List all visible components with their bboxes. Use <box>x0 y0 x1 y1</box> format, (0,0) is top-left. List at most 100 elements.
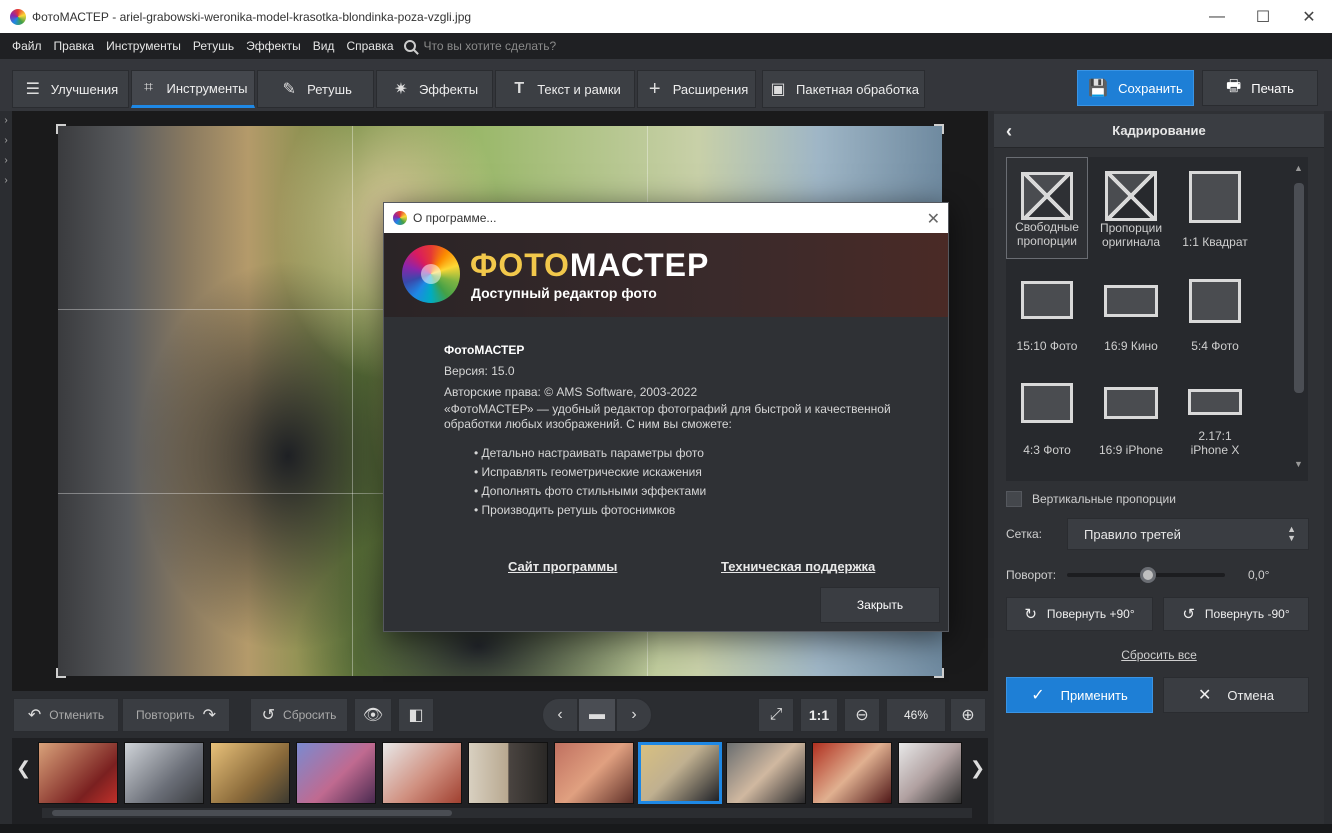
dialog-close-button[interactable]: Закрыть <box>820 587 940 623</box>
preset-label: 15:10 Фото <box>1016 339 1078 353</box>
chevron-right-icon[interactable]: › <box>0 131 12 151</box>
crop-grid-line <box>352 126 353 676</box>
preset-original[interactable]: Пропорции оригинала <box>1090 157 1172 259</box>
actual-size-button[interactable]: 1:1 <box>800 698 838 732</box>
brush-icon: ✎ <box>282 81 296 98</box>
menu-help[interactable]: Справка <box>340 39 399 53</box>
preset-4-3[interactable]: 4:3 Фото <box>1006 365 1088 467</box>
fit-screen-button[interactable]: ⤢ <box>758 698 794 732</box>
main-toolbar: ☰ Улучшения ⌗ Инструменты ✎ Ретушь ✷ Эфф… <box>0 59 1332 111</box>
next-photo-button[interactable]: › <box>616 698 652 732</box>
undo-icon: ↶ <box>27 707 42 724</box>
menu-effects[interactable]: Эффекты <box>240 39 307 53</box>
chevron-right-icon[interactable]: › <box>0 151 12 171</box>
presets-scrollbar[interactable]: ▲ ▼ <box>1290 157 1308 481</box>
zoom-in-button[interactable]: ⊕ <box>950 698 986 732</box>
print-label: Печать <box>1251 80 1294 96</box>
thumbnail[interactable] <box>382 742 462 804</box>
redo-button[interactable]: Повторить ↷ <box>122 698 230 732</box>
menu-file[interactable]: Файл <box>6 39 48 53</box>
search-input[interactable] <box>423 39 624 53</box>
ratio-15-10-icon <box>1021 281 1073 319</box>
filmstrip-scrollbar[interactable] <box>42 808 972 818</box>
preset-label: 16:9 iPhone <box>1098 443 1164 457</box>
crop-handle[interactable] <box>934 124 944 134</box>
close-window-button[interactable]: ✕ <box>1286 0 1332 33</box>
scroll-up-icon[interactable]: ▲ <box>1294 163 1303 173</box>
menu-edit[interactable]: Правка <box>48 39 101 53</box>
back-arrow-icon[interactable]: ‹ <box>1006 121 1012 142</box>
thumbnail-selected[interactable] <box>638 742 722 804</box>
tab-enhance[interactable]: ☰ Улучшения <box>12 70 129 108</box>
thumbnail[interactable] <box>554 742 634 804</box>
tab-text-frames[interactable]: T Текст и рамки <box>495 70 635 108</box>
apply-button[interactable]: ✓ Применить <box>1006 677 1153 713</box>
preset-15-10[interactable]: 15:10 Фото <box>1006 261 1088 363</box>
scrollbar-thumb[interactable] <box>52 810 452 816</box>
window-controls: — ☐ ✕ <box>1194 0 1332 33</box>
apply-label: Применить <box>1060 687 1128 703</box>
minimize-button[interactable]: — <box>1194 0 1240 33</box>
grid-select[interactable]: Правило третей ▲ ▼ <box>1067 518 1309 550</box>
compare-button[interactable]: ◧ <box>398 698 434 732</box>
checkbox-box[interactable] <box>1006 491 1022 507</box>
thumbnail[interactable] <box>124 742 204 804</box>
preset-5-4[interactable]: 5:4 Фото <box>1174 261 1256 363</box>
preset-square[interactable]: 1:1 Квадрат <box>1174 157 1256 259</box>
floppy-icon: 💾 <box>1088 80 1109 97</box>
zoom-out-button[interactable]: ⊖ <box>844 698 880 732</box>
thumbnail[interactable] <box>468 742 548 804</box>
thumbnail[interactable] <box>38 742 118 804</box>
crop-handle[interactable] <box>56 668 66 678</box>
ratio-16-9-iphone-icon <box>1104 387 1158 419</box>
save-button[interactable]: 💾 Сохранить <box>1077 70 1194 106</box>
bottom-edge <box>0 824 1332 833</box>
thumbnail[interactable] <box>812 742 892 804</box>
preset-16-9-iphone[interactable]: 16:9 iPhone <box>1090 365 1172 467</box>
tab-batch[interactable]: ▣ Пакетная обработка <box>762 70 925 108</box>
preset-iphone-x[interactable]: 2.17:1 iPhone X <box>1174 365 1256 467</box>
menu-retouch[interactable]: Ретушь <box>187 39 240 53</box>
reset-icon: ↺ <box>261 707 276 724</box>
menu-tools[interactable]: Инструменты <box>100 39 187 53</box>
tab-effects[interactable]: ✷ Эффекты <box>376 70 493 108</box>
description-text: «ФотоМАСТЕР» — удобный редактор фотограф… <box>444 402 891 431</box>
preset-16-9-cinema[interactable]: 16:9 Кино <box>1090 261 1172 363</box>
scrollbar-thumb[interactable] <box>1294 183 1304 393</box>
rotate-minus-90-button[interactable]: ↺ Повернуть -90° <box>1163 597 1309 631</box>
close-icon[interactable]: ✕ <box>927 209 940 229</box>
undo-button[interactable]: ↶ Отменить <box>13 698 119 732</box>
support-link[interactable]: Техническая поддержка <box>721 559 875 574</box>
print-button[interactable]: 🖶 Печать <box>1202 70 1318 106</box>
rotate-plus-90-button[interactable]: ↻ Повернуть +90° <box>1006 597 1153 631</box>
open-folder-button[interactable]: ▬ <box>578 698 616 732</box>
tab-extensions[interactable]: + Расширения <box>637 70 756 108</box>
preset-free[interactable]: Свободные пропорции <box>1006 157 1088 259</box>
filmstrip-next-icon[interactable]: ❯ <box>970 758 985 779</box>
cancel-button[interactable]: ✕ Отмена <box>1163 677 1309 713</box>
thumbnail[interactable] <box>210 742 290 804</box>
preview-toggle-button[interactable]: 👁 <box>354 698 392 732</box>
prev-photo-button[interactable]: ‹ <box>542 698 578 732</box>
thumbnail[interactable] <box>296 742 376 804</box>
crop-handle[interactable] <box>934 668 944 678</box>
crop-handle[interactable] <box>56 124 66 134</box>
filmstrip-prev-icon[interactable]: ❮ <box>16 758 31 779</box>
tab-label: Ретушь <box>307 81 352 97</box>
list-item: Дополнять фото стильными эффектами <box>474 482 924 501</box>
maximize-button[interactable]: ☐ <box>1240 0 1286 33</box>
reset-button[interactable]: ↺ Сбросить <box>250 698 348 732</box>
vertical-ratio-checkbox[interactable]: Вертикальные пропорции <box>1006 491 1176 507</box>
chevron-right-icon[interactable]: › <box>0 111 12 131</box>
chevron-right-icon[interactable]: › <box>0 171 12 191</box>
rotation-slider[interactable] <box>1067 567 1225 583</box>
reset-all-link[interactable]: Сбросить все <box>994 648 1324 662</box>
menu-view[interactable]: Вид <box>307 39 341 53</box>
scroll-down-icon[interactable]: ▼ <box>1294 459 1303 469</box>
website-link[interactable]: Сайт программы <box>508 559 617 574</box>
thumbnail[interactable] <box>726 742 806 804</box>
tab-retouch[interactable]: ✎ Ретушь <box>257 70 374 108</box>
slider-knob[interactable] <box>1140 567 1156 583</box>
thumbnail[interactable] <box>898 742 962 804</box>
tab-tools[interactable]: ⌗ Инструменты <box>131 70 255 108</box>
